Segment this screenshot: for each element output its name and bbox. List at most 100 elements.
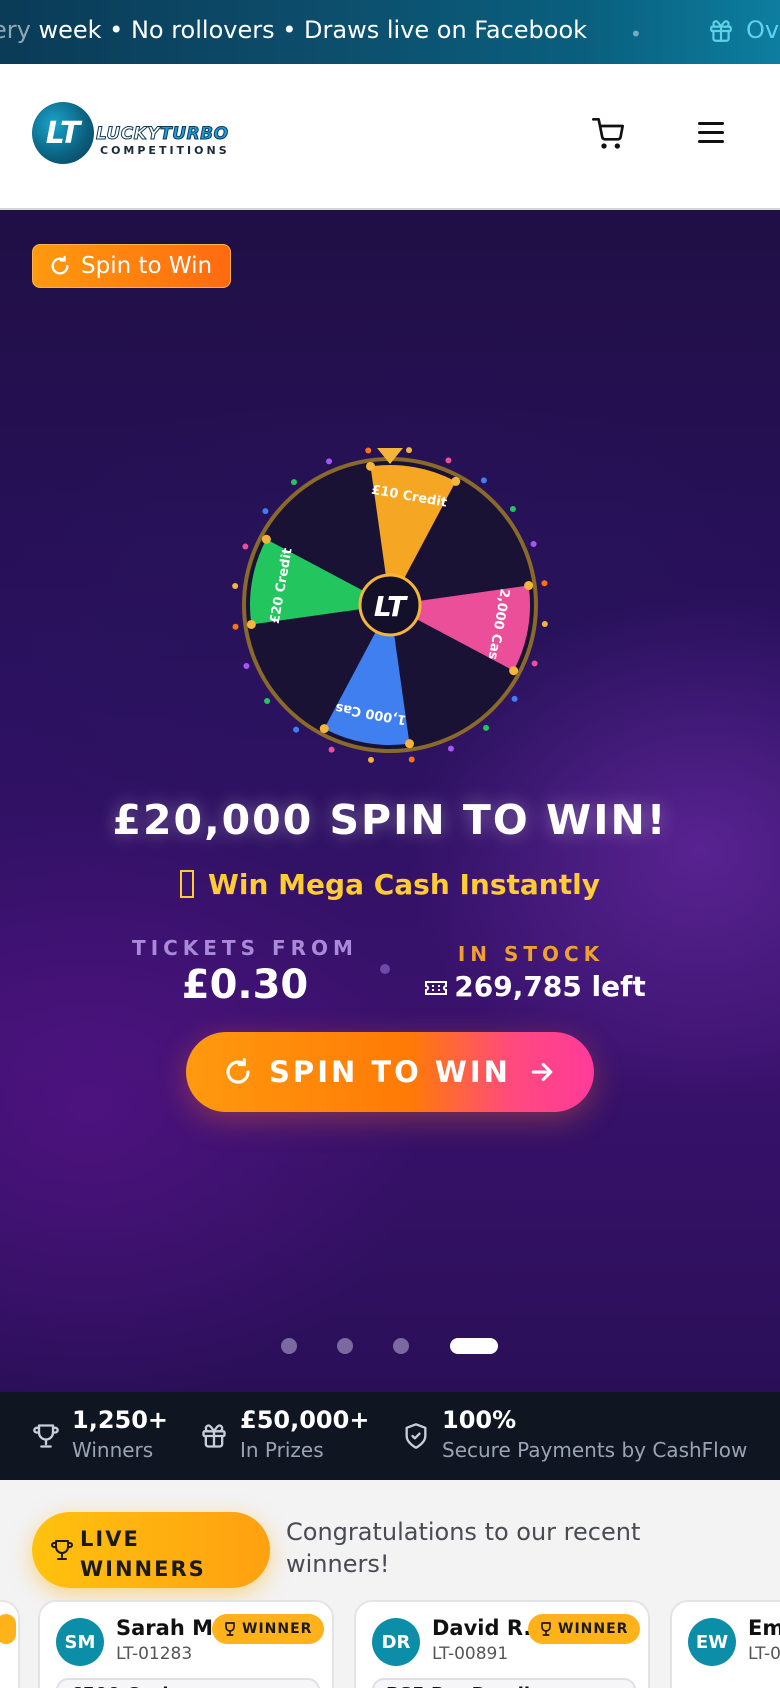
hero-title: £20,000 SPIN TO WIN! (112, 796, 668, 844)
hero-subtitle: Win Mega Cash Instantly (0, 868, 780, 901)
stat-label: Winners (72, 1438, 154, 1462)
stats-bar: 1,250+ Winners £50,000+ In Prizes 100% S… (0, 1392, 780, 1480)
prize-wheel[interactable]: £10 Credit2,000 Cas1,000 Cas£20 Credit L… (225, 440, 555, 770)
hero-carousel: Spin to Win £10 Credit 2,000 Cas 1,000 Cas… (0, 210, 780, 1392)
wheel-bulb (319, 724, 329, 734)
carousel-dot[interactable] (393, 1338, 409, 1354)
winner-name: Sarah M. (116, 1616, 221, 1640)
refresh-icon (51, 255, 69, 275)
winner-prize: PS5 Pro Bundle (372, 1678, 636, 1688)
ticket-price: £0.30 (181, 962, 309, 1008)
logo-mark[interactable]: LT (32, 102, 94, 164)
announcement-ticker: ery week • No rollovers • Draws live on … (0, 0, 780, 64)
trophy-icon (51, 1540, 73, 1560)
winner-card[interactable]: SM Sarah M. LT-01283 WINNER £500 Cash... (38, 1600, 334, 1688)
winner-badge: WINNER (212, 1614, 325, 1644)
avatar: DR (372, 1618, 420, 1666)
missing-glyph-icon (180, 870, 195, 898)
wheel-bulb (524, 581, 534, 591)
wheel-light (511, 695, 518, 702)
wheel-bulb (261, 534, 271, 544)
trophy-icon (33, 1424, 59, 1448)
stock-remaining: 269,785 left (420, 970, 650, 1003)
live-winners-pill: LIVE WINNERS (32, 1512, 270, 1588)
wheel-light (243, 662, 250, 669)
wheel-light (367, 756, 374, 763)
gift-icon (710, 20, 732, 42)
wheel-light (290, 479, 297, 486)
trophy-icon (541, 1622, 551, 1636)
congrats-text: Congratulations to our recent winners! (286, 1518, 641, 1578)
winner-ticket: LT-0 (748, 1644, 780, 1664)
ticket-icon (425, 981, 448, 995)
carousel-dot[interactable] (337, 1338, 353, 1354)
stat-value: 100% (442, 1406, 517, 1434)
wheel-light (365, 447, 372, 454)
badge-label: Spin to Win (81, 253, 213, 279)
cta-label: SPIN TO WIN (269, 1055, 511, 1089)
logo-subtitle: COMPETITIONS (100, 144, 230, 157)
wheel-light (242, 543, 249, 550)
wheel-light (262, 508, 269, 515)
spin-to-win-button[interactable]: SPIN TO WIN (186, 1032, 594, 1112)
divider-dot (380, 964, 390, 974)
wheel-light (541, 621, 548, 628)
wheel-light (541, 580, 548, 587)
wheel-light (530, 541, 537, 548)
wheel-light (232, 623, 239, 630)
logo-wordmark[interactable]: LUCKYTURBO (95, 124, 228, 145)
wheel-light (232, 582, 239, 589)
wheel-light (445, 457, 452, 464)
winner-prize: £500 Cash... (56, 1678, 320, 1688)
wheel-bulb (404, 739, 414, 749)
wheel-light (408, 756, 415, 763)
wheel-light (328, 746, 335, 753)
tickets-from-label: TICKETS FROM (132, 936, 358, 960)
wheel-light (406, 447, 413, 454)
shield-check-icon (405, 1423, 427, 1449)
in-stock-label: IN STOCK (457, 942, 605, 966)
stat-label: In Prizes (240, 1438, 324, 1462)
wheel-light (264, 698, 271, 705)
wheel-bulb (366, 461, 376, 471)
live-winners-section: LIVE WINNERS Congratulations to our rece… (0, 1480, 780, 1688)
winner-card[interactable]: DR David R. LT-00891 WINNER PS5 Pro Bund… (354, 1600, 650, 1688)
winner-card-partial[interactable] (0, 1600, 20, 1688)
winner-ticket: LT-01283 (116, 1644, 193, 1664)
cart-icon[interactable] (592, 118, 624, 150)
wheel-light (531, 660, 538, 667)
wheel-hub-logo: LT (374, 590, 408, 623)
avatar: EW (688, 1618, 736, 1666)
stat-value: £50,000+ (240, 1406, 370, 1434)
ticker-text: ery week • No rollovers • Draws live on … (0, 16, 588, 44)
winner-name: Em (748, 1616, 780, 1640)
wheel-bulb (451, 476, 461, 486)
gift-icon (202, 1424, 226, 1448)
spin-to-win-badge: Spin to Win (32, 244, 232, 288)
wheel-light (483, 724, 490, 731)
stat-label: Secure Payments by CashFlow (442, 1438, 748, 1462)
winner-ticket: LT-00891 (432, 1644, 509, 1664)
wheel-light (326, 458, 333, 465)
refresh-icon (226, 1057, 250, 1084)
trophy-icon (225, 1622, 235, 1636)
wheel-bulb (509, 666, 519, 676)
hamburger-menu-icon[interactable] (698, 122, 724, 149)
avatar: SM (56, 1618, 104, 1666)
arrow-right-icon (531, 1062, 553, 1082)
winner-badge: WINNER (528, 1614, 641, 1644)
wheel-light (480, 477, 487, 484)
winner-card[interactable]: EW Em LT-0 (670, 1600, 780, 1688)
carousel-dot-active[interactable] (450, 1338, 498, 1354)
ticker-next-text: Ov (746, 16, 780, 44)
wheel-light (293, 726, 300, 733)
wheel-light (509, 505, 516, 512)
ticker-separator: • (630, 22, 642, 46)
stat-value: 1,250+ (72, 1406, 169, 1434)
live-winners-label: LIVE WINNERS (80, 1527, 206, 1581)
wheel-light (447, 745, 454, 752)
wheel-bulb (246, 619, 256, 629)
winner-name: David R. (432, 1616, 532, 1640)
carousel-dots (0, 1336, 780, 1356)
carousel-dot[interactable] (281, 1338, 297, 1354)
